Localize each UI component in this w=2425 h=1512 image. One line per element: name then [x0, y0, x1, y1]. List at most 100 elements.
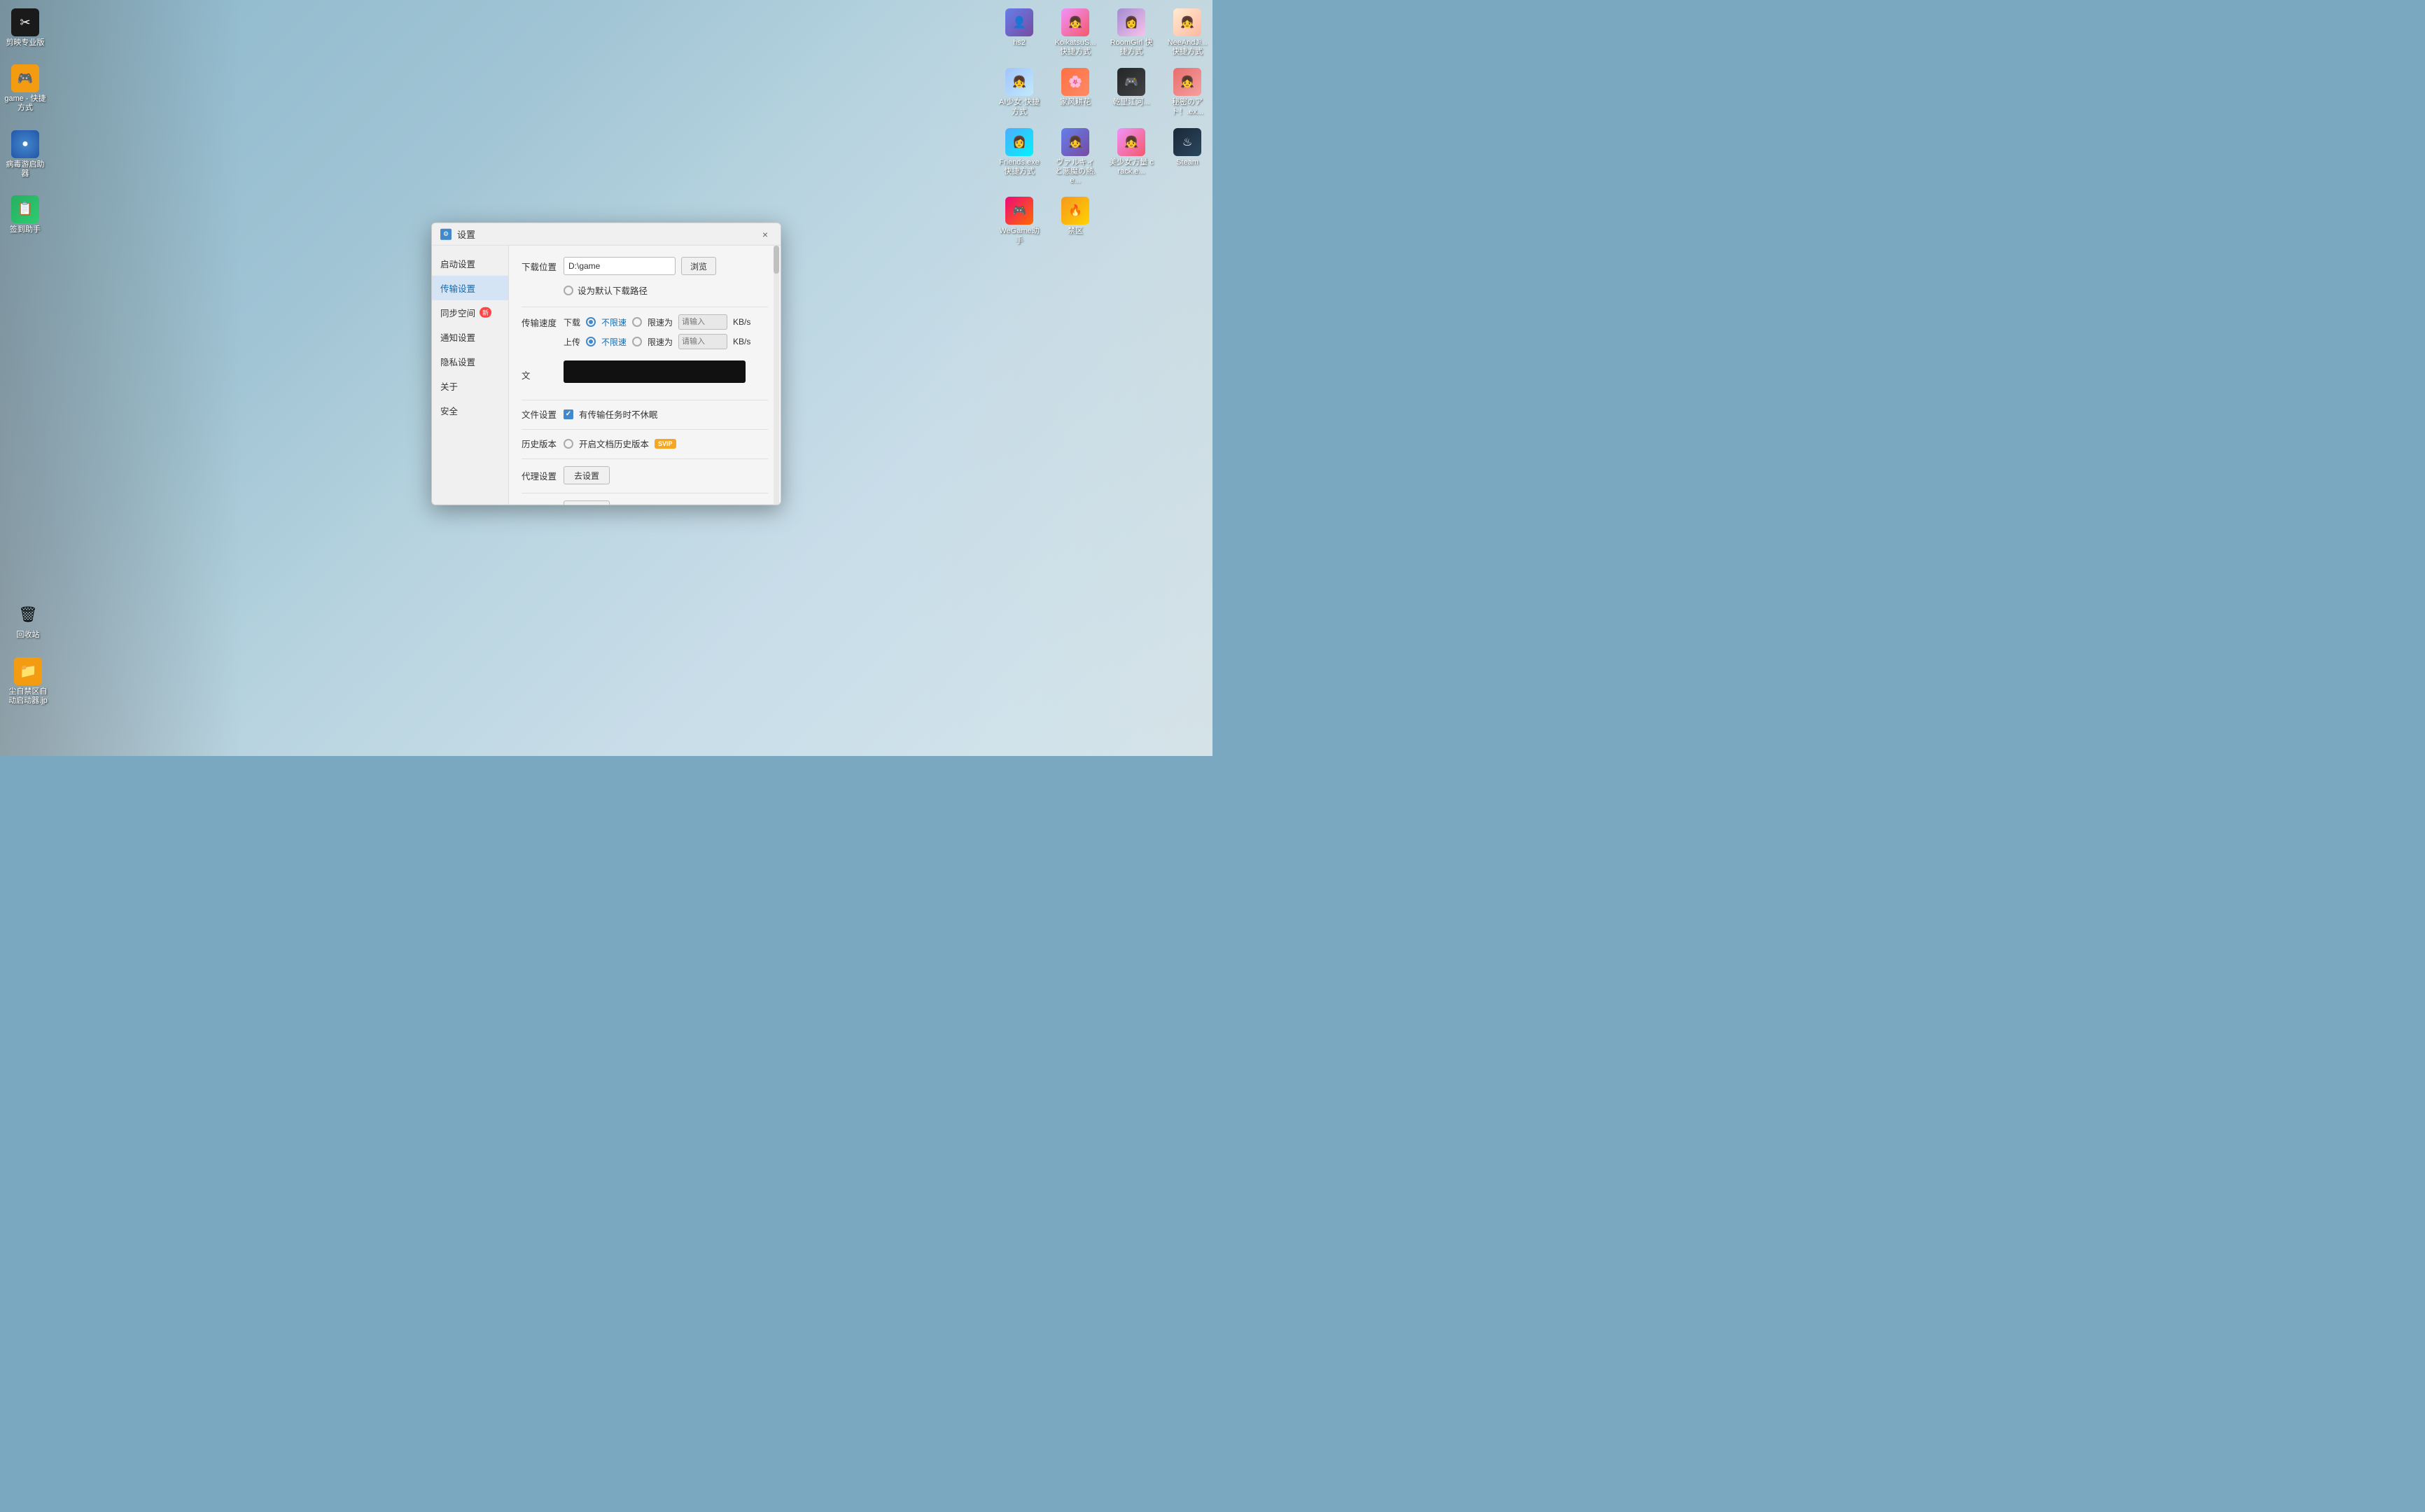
- icon-valkyrie[interactable]: 👧 ヴァルキィと悪魔の熱.e...: [1050, 125, 1100, 189]
- icon-friends[interactable]: 👩 Friends.exe 快捷方式: [994, 125, 1044, 189]
- download-unlimited-label: 不限速: [601, 316, 627, 328]
- browse-button[interactable]: 浏览: [681, 257, 716, 275]
- sidebar-transfer-label: 传输设置: [440, 281, 475, 295]
- icon-folder-bottom-label: 尘自禁区自动启动器.jp: [6, 687, 50, 706]
- masked-input-box[interactable]: [564, 360, 746, 383]
- sidebar-privacy-label: 隐私设置: [440, 355, 475, 368]
- download-kbs-label: KB/s: [733, 317, 750, 327]
- download-sub-label: 下载: [564, 316, 580, 328]
- download-limit-radio[interactable]: [632, 317, 642, 327]
- icon-startup-label: 病毒游启助器: [3, 160, 48, 178]
- history-checkbox[interactable]: [564, 438, 573, 448]
- history-row: 历史版本 开启文档历史版本 SVIP: [522, 437, 768, 450]
- icon-jinqu[interactable]: 🔥 禁区: [1050, 194, 1100, 248]
- file-settings-row: 文件设置 ✓ 有传输任务时不休眠: [522, 407, 768, 421]
- scrollbar-track[interactable]: [774, 246, 779, 505]
- set-default-radio[interactable]: [564, 285, 573, 295]
- masked-input-row: 文: [522, 358, 768, 391]
- icon-koikatsu[interactable]: 👧 KoikatsuS... 快捷方式: [1050, 6, 1100, 59]
- optimize-goto-button[interactable]: 去开启: [564, 500, 610, 505]
- upload-sub-label: 上传: [564, 335, 580, 347]
- icon-roomgirl[interactable]: 👩 RoomGirl 快捷方式: [1106, 6, 1156, 59]
- upload-unlimited-radio[interactable]: [586, 337, 596, 346]
- sidebar-about-label: 关于: [440, 379, 458, 393]
- icon-game-label: game - 快捷方式: [3, 94, 48, 113]
- icon-recycle[interactable]: 🗑 回收站: [3, 598, 53, 643]
- download-location-label: 下载位置: [522, 259, 558, 272]
- desktop-icons-left: ✂ 剪映专业版 🎮 game - 快捷方式 ● 病毒游启助器 📋 签到助手: [0, 0, 56, 243]
- icon-steam[interactable]: ♨ Steam: [1162, 125, 1212, 189]
- sidebar-startup-label: 启动设置: [440, 257, 475, 270]
- sidebar-sync-label: 同步空间: [440, 306, 475, 319]
- enable-history-label: 开启文档历史版本: [579, 437, 649, 450]
- icon-jiafenghua[interactable]: 🌸 家风耕花: [1050, 65, 1100, 119]
- icon-qiandao-label: 签到助手: [10, 225, 41, 234]
- dialog-app-icon: ⚙: [440, 228, 452, 239]
- divider-3: [522, 429, 768, 430]
- dialog-close-button[interactable]: ×: [758, 227, 772, 241]
- icon-himitsu[interactable]: 👧 秘密のアト！.ex...: [1162, 65, 1212, 119]
- divider-4: [522, 458, 768, 459]
- icon-qiandao[interactable]: 📋 签到助手: [0, 192, 50, 237]
- upload-kbs-label: KB/s: [733, 337, 750, 346]
- sidebar-notify[interactable]: 通知设置: [432, 325, 508, 349]
- icon-qianli[interactable]: 🎮 乾里江河...: [1106, 65, 1156, 119]
- optimize-label: 优化速率: [522, 503, 558, 505]
- icon-capcut[interactable]: ✂ 剪映专业版: [0, 6, 50, 50]
- dialog-main-content: 下载位置 浏览 设为默认下载路径 传输速度: [509, 246, 781, 505]
- icon-neeandji-label: NeeAndJi... 快捷方式: [1165, 38, 1210, 57]
- upload-unlimited-label: 不限速: [601, 335, 627, 347]
- svip-badge: SVIP: [655, 438, 676, 448]
- upload-limit-label: 限速为: [648, 335, 673, 347]
- icon-game-shortcut[interactable]: 🎮 game - 快捷方式: [0, 62, 50, 115]
- icon-qianli-label: 乾里江河...: [1112, 98, 1149, 107]
- sidebar-privacy[interactable]: 隐私设置: [432, 349, 508, 374]
- optimize-row: 优化速率 去开启: [522, 500, 768, 505]
- sidebar-about[interactable]: 关于: [432, 374, 508, 398]
- masked-label: 文: [522, 368, 558, 381]
- download-speed-row: 传输速度 下载 不限速 限速为 KB/s: [522, 314, 768, 330]
- icon-friends-label: Friends.exe 快捷方式: [997, 158, 1042, 176]
- download-speed-input[interactable]: [678, 314, 727, 330]
- icon-wegame[interactable]: 🎮 WeGame助手: [994, 194, 1044, 248]
- dialog-title-left: ⚙ 设置: [440, 227, 475, 241]
- upload-limit-radio[interactable]: [632, 337, 642, 346]
- history-label: 历史版本: [522, 437, 558, 450]
- default-path-row: 设为默认下载路径: [522, 284, 768, 297]
- icon-folder-bottom[interactable]: 📁 尘自禁区自动启动器.jp: [3, 654, 53, 708]
- no-sleep-label: 有传输任务时不休眠: [579, 407, 658, 421]
- desktop-icons-bottom-left: 🗑 回收站 📁 尘自禁区自动启动器.jp: [0, 592, 56, 714]
- proxy-goto-button[interactable]: 去设置: [564, 466, 610, 484]
- settings-dialog: ⚙ 设置 × 启动设置 传输设置 同步空间: [431, 223, 781, 505]
- file-settings-label: 文件设置: [522, 407, 558, 421]
- set-default-label: 设为默认下载路径: [578, 284, 648, 297]
- icon-wegame-label: WeGame助手: [997, 227, 1042, 245]
- icon-aijianv[interactable]: 👧 AI少女·快捷方式: [994, 65, 1044, 119]
- icon-neeandji[interactable]: 👧 NeeAndJi... 快捷方式: [1162, 6, 1212, 59]
- icon-meishaonv[interactable]: 👧 美少女万量 crack.e...: [1106, 125, 1156, 189]
- download-location-row: 下载位置 浏览: [522, 257, 768, 275]
- proxy-label: 代理设置: [522, 468, 558, 482]
- upload-speed-row: 上传 不限速 限速为 KB/s: [522, 334, 768, 349]
- sidebar-security[interactable]: 安全: [432, 398, 508, 423]
- icon-startup[interactable]: ● 病毒游启助器: [0, 127, 50, 181]
- settings-dialog-overlay: ⚙ 设置 × 启动设置 传输设置 同步空间: [431, 223, 781, 505]
- icon-steam-label: Steam: [1176, 158, 1198, 167]
- upload-speed-input[interactable]: [678, 334, 727, 349]
- transfer-speed-section: 传输速度 下载 不限速 限速为 KB/s: [522, 314, 768, 349]
- download-unlimited-radio[interactable]: [586, 317, 596, 327]
- dialog-sidebar: 启动设置 传输设置 同步空间 新 通知设置 隐私设置: [432, 246, 509, 505]
- icon-aijianv-label: AI少女·快捷方式: [997, 98, 1042, 116]
- transfer-speed-label: 传输速度: [522, 315, 558, 328]
- icon-hs2-label: hs2: [1013, 38, 1026, 48]
- no-sleep-checkbox[interactable]: ✓: [564, 409, 573, 419]
- scrollbar-thumb[interactable]: [774, 246, 779, 274]
- download-path-input[interactable]: [564, 257, 676, 275]
- sidebar-transfer[interactable]: 传输设置: [432, 276, 508, 300]
- icon-jiafenghua-label: 家风耕花: [1060, 98, 1091, 107]
- sidebar-startup[interactable]: 启动设置: [432, 251, 508, 276]
- icon-recycle-label: 回收站: [17, 631, 40, 640]
- dialog-body: 启动设置 传输设置 同步空间 新 通知设置 隐私设置: [432, 246, 781, 505]
- icon-hs2[interactable]: 👤 hs2: [994, 6, 1044, 59]
- sidebar-sync[interactable]: 同步空间 新: [432, 300, 508, 325]
